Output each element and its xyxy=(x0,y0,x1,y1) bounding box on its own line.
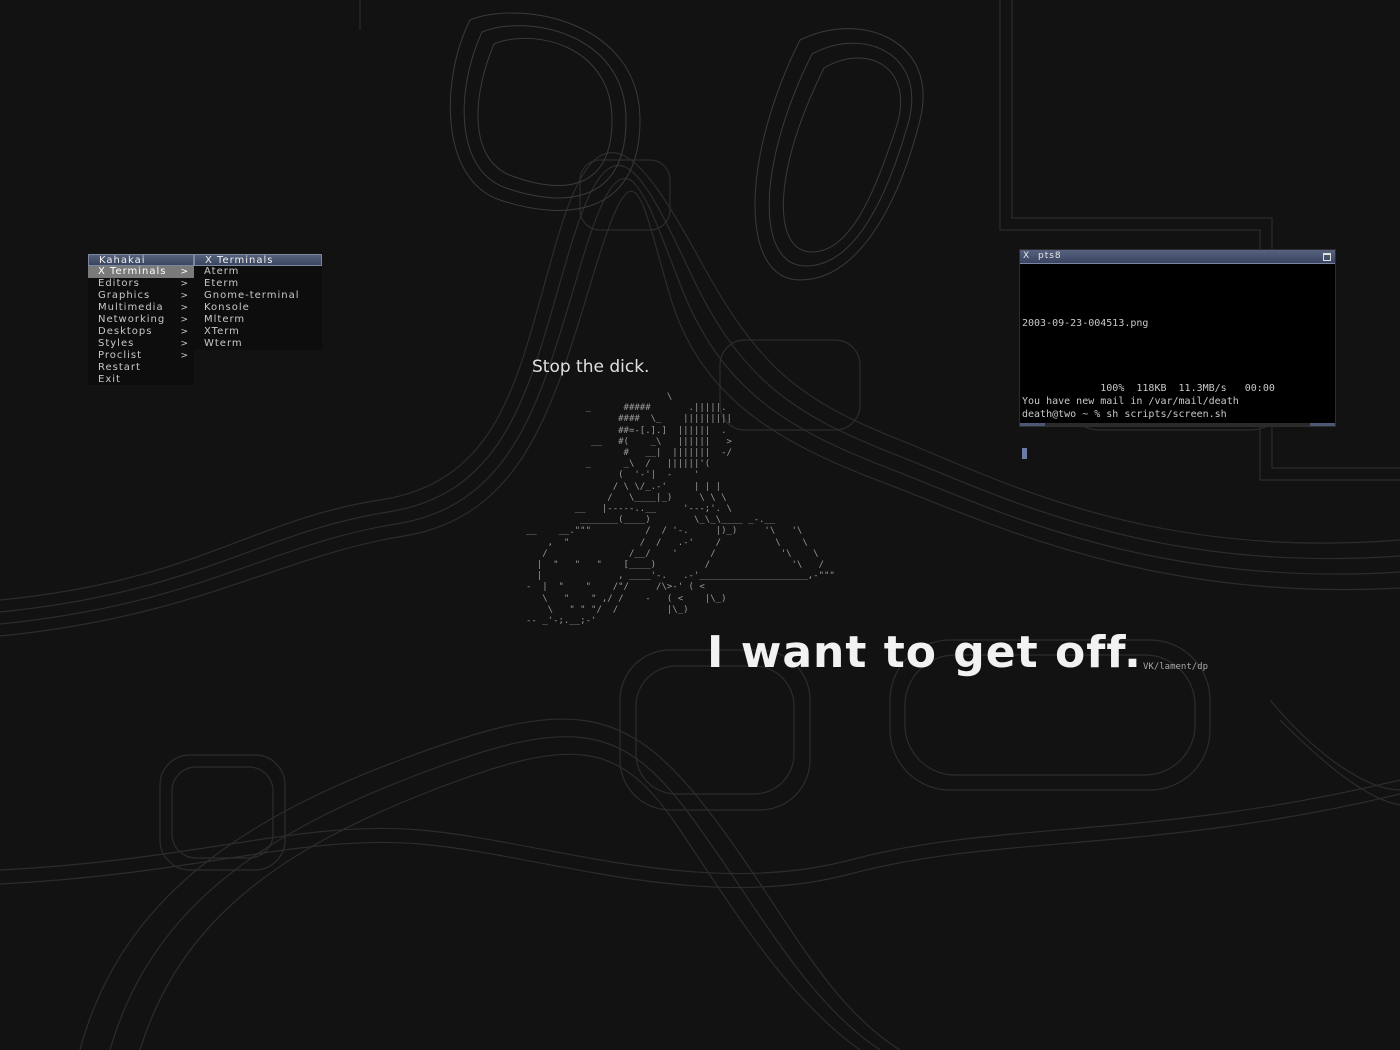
menu-item-proclist[interactable]: Proclist > xyxy=(88,350,194,362)
terminal-window[interactable]: X pts8 2003-09-23-004513.png 100% 118KB … xyxy=(1019,249,1336,459)
menu-item-graphics[interactable]: Graphics > xyxy=(88,290,194,302)
desktop-caption: Stop the dick. xyxy=(532,357,650,377)
menu-item-multimedia[interactable]: Multimedia > xyxy=(88,302,194,314)
wallpaper-credit: VK/lament/dp xyxy=(1143,662,1209,672)
submenu-item-eterm[interactable]: Eterm xyxy=(194,278,322,290)
terminal-output[interactable]: 2003-09-23-004513.png 100% 118KB 11.3MB/… xyxy=(1022,278,1332,486)
menu-item-label: Networking xyxy=(98,314,166,325)
root-menu: Kahakai X Terminals > Editors > Graphics > Mul… xyxy=(88,254,194,385)
submenu-arrow-icon: > xyxy=(180,351,189,361)
terminal-line: 2003-09-23-004513.png xyxy=(1022,318,1149,329)
menu-item-networking[interactable]: Networking > xyxy=(88,314,194,326)
terminal-line: You have new mail in /var/mail/death xyxy=(1022,396,1239,407)
submenu-item-mlterm[interactable]: Mlterm xyxy=(194,314,322,326)
menu-item-label: Styles xyxy=(98,338,135,349)
menu-item-desktops[interactable]: Desktops > xyxy=(88,326,194,338)
terminal-line: 100% 118KB 11.3MB/s 00:00 xyxy=(1022,383,1275,394)
submenu-arrow-icon: > xyxy=(180,315,189,325)
x-terminals-submenu: X Terminals Aterm Eterm Gnome-terminal Kons… xyxy=(194,254,322,350)
menu-item-label: Editors xyxy=(98,278,140,289)
text-cursor xyxy=(1022,447,1027,459)
submenu-items: Aterm Eterm Gnome-terminal Konsole Mlterm XTe… xyxy=(194,266,322,350)
submenu-item-wterm[interactable]: Wterm xyxy=(194,338,322,350)
menu-item-label: Desktops xyxy=(98,326,153,337)
submenu-arrow-icon: > xyxy=(180,339,189,349)
submenu-arrow-icon: > xyxy=(180,267,189,277)
menu-item-label: Exit xyxy=(98,374,121,385)
terminal-line: death@two ~ % sh scripts/screen.sh xyxy=(1022,409,1227,420)
submenu-item-xterm[interactable]: XTerm xyxy=(194,326,322,338)
terminal-grip-left[interactable] xyxy=(1020,423,1045,426)
terminal-title: pts8 xyxy=(1038,251,1062,261)
root-menu-title: Kahakai xyxy=(88,254,194,266)
menu-item-label: Multimedia xyxy=(98,302,164,313)
submenu-title: X Terminals xyxy=(194,254,322,266)
submenu-arrow-icon: > xyxy=(180,327,189,337)
menu-item-exit[interactable]: Exit xyxy=(88,374,194,386)
menu-item-restart[interactable]: Restart xyxy=(88,362,194,374)
menu-item-label: Graphics xyxy=(98,290,151,301)
submenu-item-konsole[interactable]: Konsole xyxy=(194,302,322,314)
menu-item-styles[interactable]: Styles > xyxy=(88,338,194,350)
root-menu-items: X Terminals > Editors > Graphics > Multimedia >… xyxy=(88,266,194,386)
wallpaper-headline: I want to get off. xyxy=(707,627,1142,678)
maximize-icon[interactable] xyxy=(1323,253,1331,261)
menu-item-label: Proclist xyxy=(98,350,143,361)
terminal-bottom-bar xyxy=(1020,423,1335,426)
menu-item-editors[interactable]: Editors > xyxy=(88,278,194,290)
submenu-arrow-icon: > xyxy=(180,303,189,313)
submenu-item-aterm[interactable]: Aterm xyxy=(194,266,322,278)
menu-item-x-terminals[interactable]: X Terminals > xyxy=(88,266,194,278)
submenu-arrow-icon: > xyxy=(180,291,189,301)
terminal-grip-right[interactable] xyxy=(1310,423,1335,426)
ascii-art: \ _ ##### .|||||. #### \_ ||||||||| ##=-… xyxy=(526,392,835,627)
menu-item-label: X Terminals xyxy=(98,266,167,277)
submenu-item-gnome-terminal[interactable]: Gnome-terminal xyxy=(194,290,322,302)
close-icon[interactable]: X xyxy=(1023,250,1030,262)
submenu-arrow-icon: > xyxy=(180,279,189,289)
terminal-titlebar[interactable]: X pts8 xyxy=(1020,250,1335,264)
menu-item-label: Restart xyxy=(98,362,141,373)
